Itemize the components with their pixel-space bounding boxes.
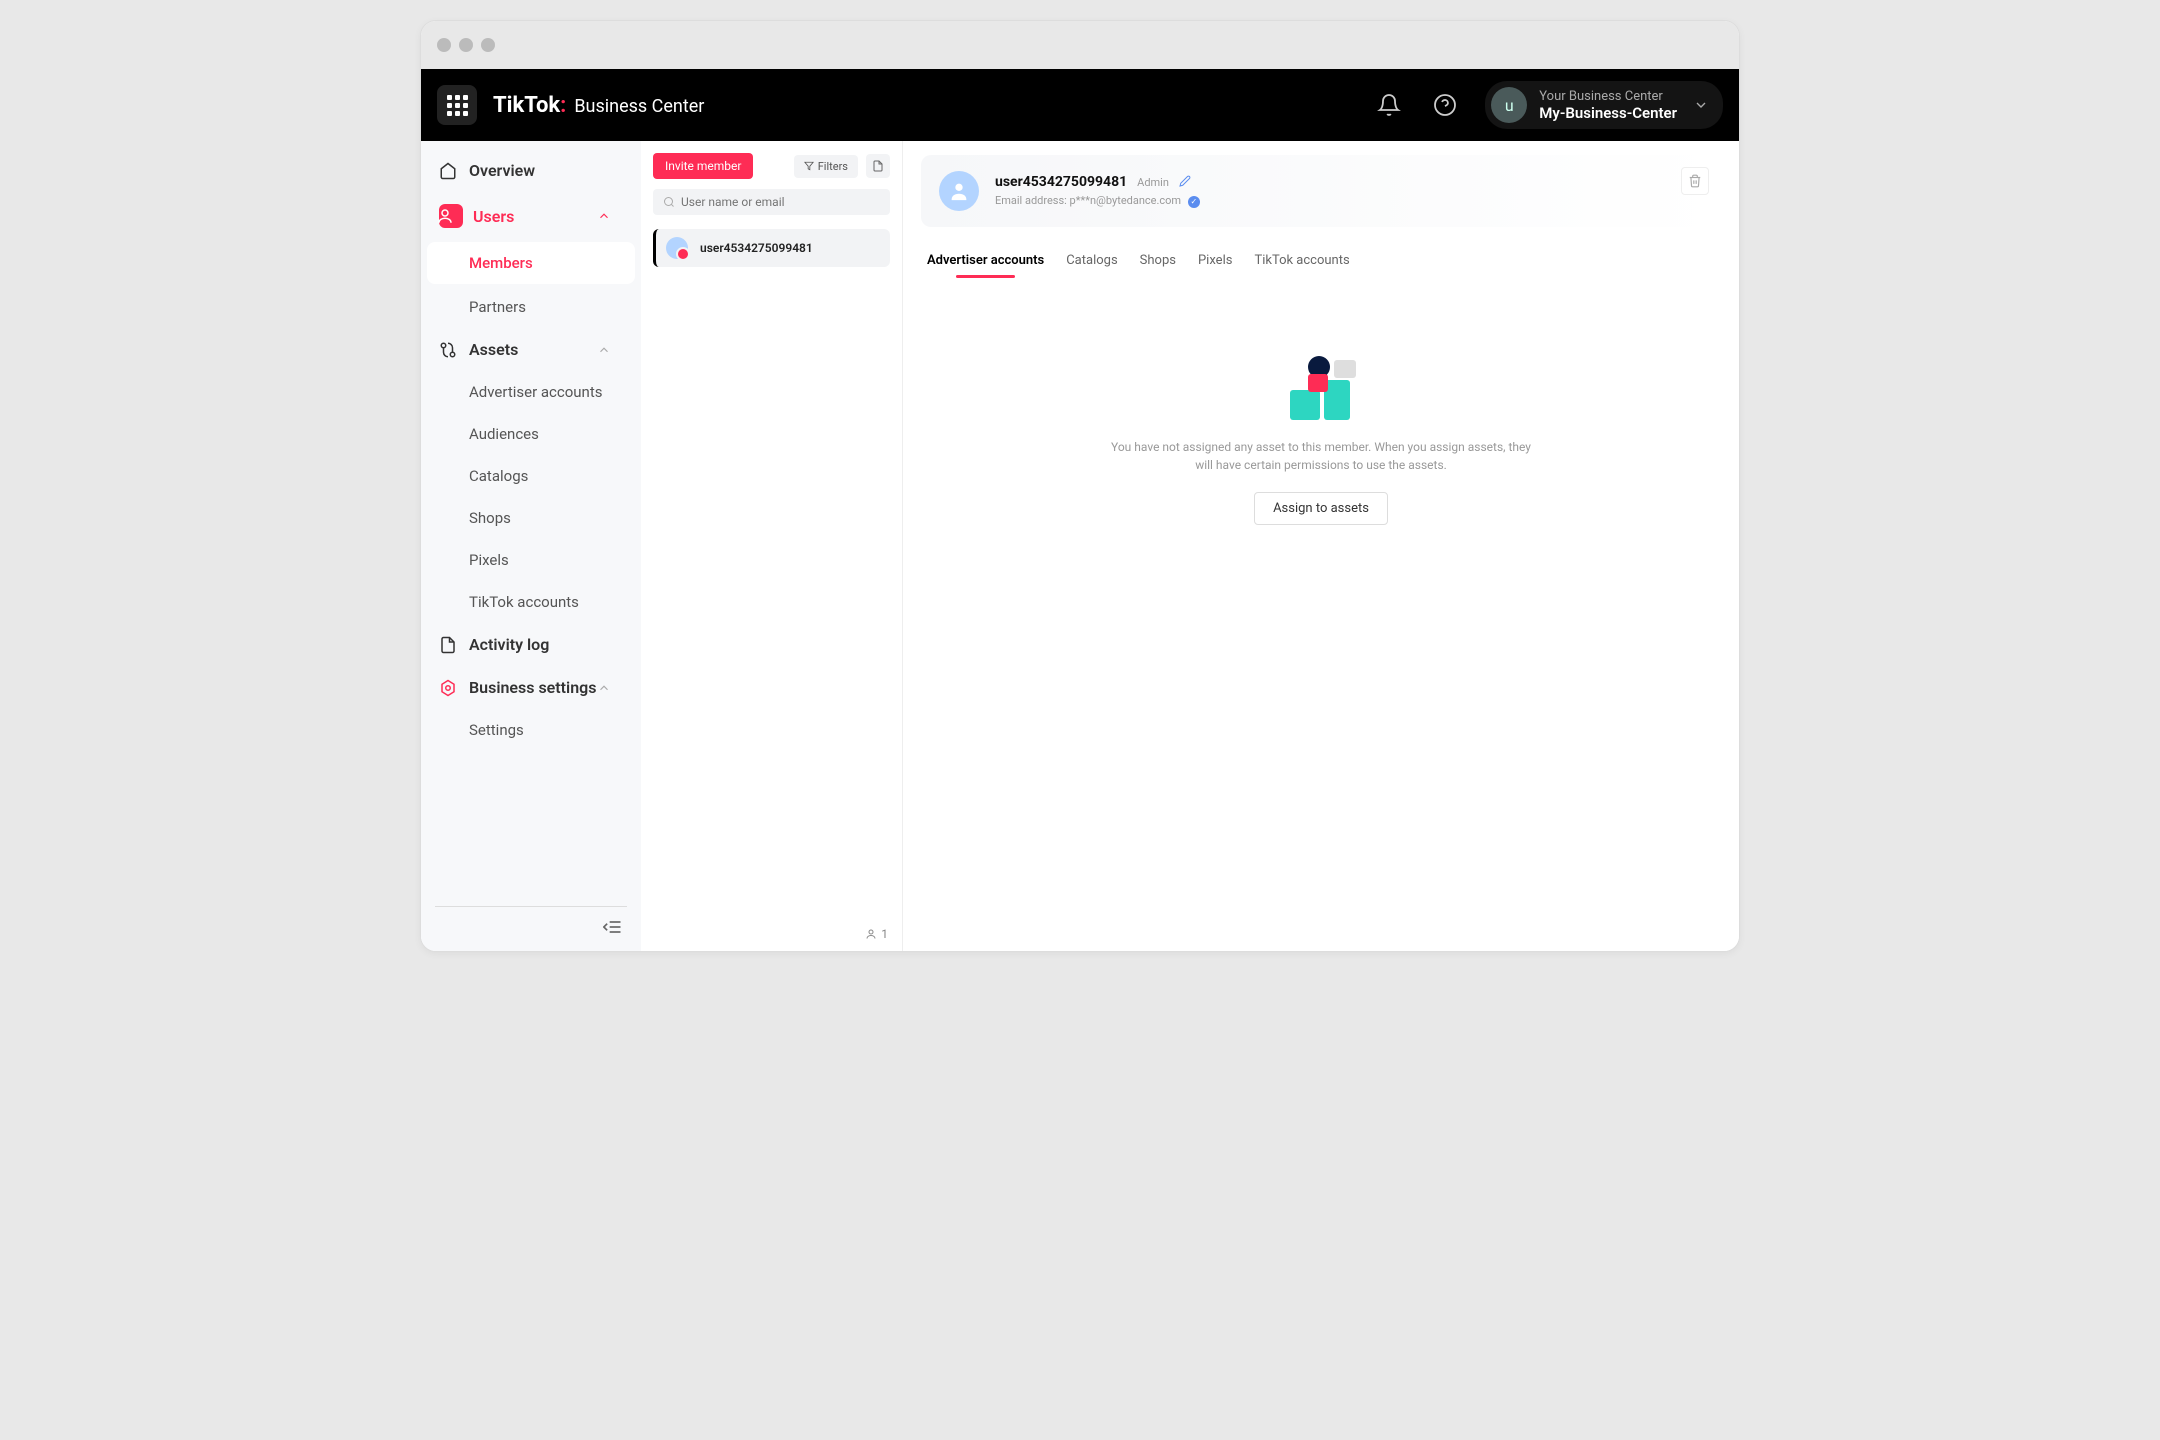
logo: TikTok: Business Center [493, 93, 704, 118]
nav-shops[interactable]: Shops [421, 497, 641, 539]
filters-button[interactable]: Filters [794, 155, 858, 178]
nav-audiences[interactable]: Audiences [421, 413, 641, 455]
window-dot [437, 38, 451, 52]
user-avatar [939, 171, 979, 211]
notifications-button[interactable] [1369, 85, 1409, 125]
member-avatar [666, 237, 688, 259]
help-icon [1433, 93, 1457, 117]
window-dot [459, 38, 473, 52]
nav-overview[interactable]: Overview [421, 149, 641, 192]
person-icon [865, 928, 877, 940]
empty-state-text: You have not assigned any asset to this … [1111, 438, 1531, 474]
bell-icon [1377, 93, 1401, 117]
user-name: user4534275099481 [995, 174, 1127, 190]
browser-chrome [421, 21, 1739, 69]
document-icon [439, 636, 457, 654]
edit-user-button[interactable] [1179, 175, 1191, 190]
nav-members[interactable]: Members [427, 242, 635, 284]
nav-catalogs[interactable]: Catalogs [421, 455, 641, 497]
export-button[interactable] [866, 154, 890, 178]
apps-grid-icon [447, 95, 468, 116]
chevron-up-icon [597, 343, 611, 357]
window-dot [481, 38, 495, 52]
app-header: TikTok: Business Center u Your Business … [421, 69, 1739, 141]
chevron-down-icon [1693, 97, 1709, 113]
member-search[interactable] [653, 189, 890, 215]
nav-activity-log[interactable]: Activity log [421, 623, 641, 666]
collapse-icon [603, 917, 623, 937]
help-button[interactable] [1425, 85, 1465, 125]
search-input[interactable] [681, 195, 880, 209]
export-icon [872, 160, 884, 172]
chevron-up-icon [597, 209, 611, 223]
filter-icon [804, 161, 814, 171]
tab-shops[interactable]: Shops [1140, 245, 1176, 276]
nav-settings[interactable]: Settings [421, 709, 641, 751]
edit-icon [1179, 175, 1191, 187]
tab-tiktok-accounts[interactable]: TikTok accounts [1254, 245, 1349, 276]
settings-hex-icon [439, 679, 457, 697]
account-name: My-Business-Center [1539, 104, 1677, 122]
delete-user-button[interactable] [1681, 167, 1709, 195]
account-avatar: u [1491, 87, 1527, 123]
assign-assets-button[interactable]: Assign to assets [1254, 492, 1388, 525]
asset-tabs: Advertiser accounts Catalogs Shops Pixel… [921, 245, 1721, 276]
tab-advertiser-accounts[interactable]: Advertiser accounts [927, 245, 1044, 276]
account-selector[interactable]: u Your Business Center My-Business-Cente… [1485, 81, 1723, 129]
tab-pixels[interactable]: Pixels [1198, 245, 1232, 276]
members-column: Invite member Filters user4534275099481 [641, 141, 903, 951]
user-role: Admin [1137, 176, 1169, 189]
member-name: user4534275099481 [700, 241, 813, 255]
user-email: Email address: p***n@bytedance.com ✓ [995, 194, 1200, 208]
collapse-sidebar-button[interactable] [585, 907, 641, 951]
user-card: user4534275099481 Admin Email address: p… [921, 155, 1721, 227]
empty-illustration [1286, 356, 1356, 420]
trash-icon [1688, 174, 1702, 188]
nav-partners[interactable]: Partners [421, 286, 641, 328]
nav-business-settings[interactable]: Business settings [421, 666, 641, 709]
invite-member-button[interactable]: Invite member [653, 153, 753, 179]
member-count: 1 [865, 927, 888, 941]
nav-users[interactable]: Users [421, 192, 641, 240]
tab-catalogs[interactable]: Catalogs [1066, 245, 1117, 276]
verified-icon: ✓ [1188, 196, 1200, 208]
account-label: Your Business Center [1539, 89, 1677, 104]
nav-tiktok-accounts[interactable]: TikTok accounts [421, 581, 641, 623]
users-icon [439, 204, 463, 228]
home-icon [439, 162, 457, 180]
sidebar: Overview Users Members Partners Assets A… [421, 141, 641, 951]
member-list-item[interactable]: user4534275099481 [653, 229, 890, 267]
chevron-up-icon [597, 681, 611, 695]
nav-pixels[interactable]: Pixels [421, 539, 641, 581]
search-icon [663, 196, 675, 208]
app-switcher-button[interactable] [437, 85, 477, 125]
assets-icon [439, 341, 457, 359]
nav-advertiser-accounts[interactable]: Advertiser accounts [421, 371, 641, 413]
detail-column: user4534275099481 Admin Email address: p… [903, 141, 1739, 951]
empty-state: You have not assigned any asset to this … [921, 356, 1721, 525]
nav-assets[interactable]: Assets [421, 328, 641, 371]
